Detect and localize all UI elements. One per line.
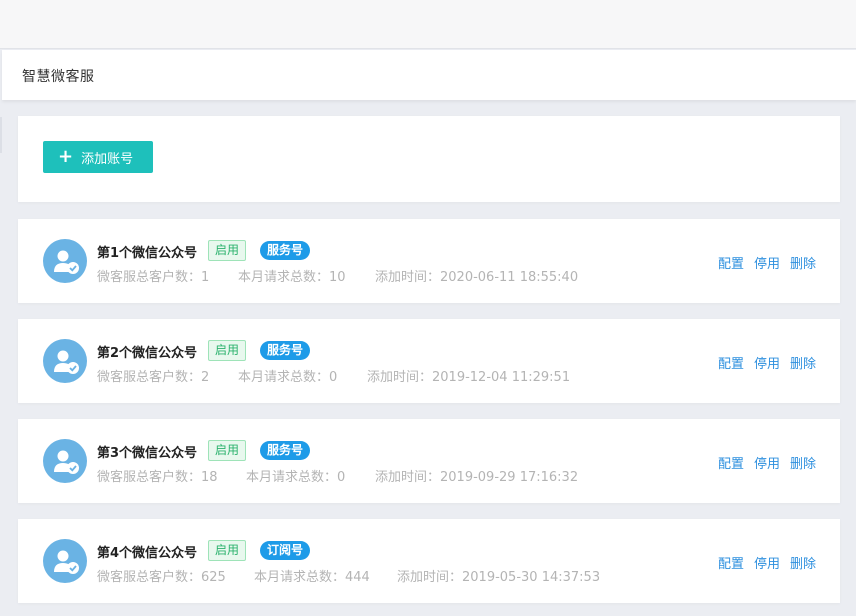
delete-link[interactable]: 删除 [790, 353, 816, 372]
account-actions: 配置 停用 删除 [718, 453, 816, 472]
disable-link[interactable]: 停用 [754, 453, 780, 472]
account-card: 第3个微信公众号 启用 服务号 微客服总客户数：18 本月请求总数：0 添加时间… [18, 419, 840, 503]
account-card: 第2个微信公众号 启用 服务号 微客服总客户数：2 本月请求总数：0 添加时间：… [18, 319, 840, 403]
status-badge: 启用 [208, 340, 247, 361]
added-time: 添加时间：2019-05-30 14:37:53 [397, 570, 601, 585]
account-avatar-icon [43, 539, 87, 583]
added-time: 添加时间：2019-12-04 11:29:51 [367, 370, 571, 385]
monthly-requests: 本月请求总数：10 [238, 270, 346, 285]
plus-icon: + [58, 146, 74, 167]
account-actions: 配置 停用 删除 [718, 253, 816, 272]
page-header: 智慧微客服 [2, 50, 856, 100]
monthly-requests: 本月请求总数：0 [246, 470, 346, 485]
account-type-badge: 服务号 [260, 441, 311, 460]
account-avatar-icon [43, 439, 87, 483]
config-link[interactable]: 配置 [718, 353, 744, 372]
added-time: 添加时间：2019-09-29 17:16:32 [375, 470, 579, 485]
customer-count: 微客服总客户数：2 [97, 370, 210, 385]
page-title: 智慧微客服 [22, 69, 95, 85]
config-link[interactable]: 配置 [718, 553, 744, 572]
add-account-label: 添加账号 [81, 151, 134, 167]
account-card: 第1个微信公众号 启用 服务号 微客服总客户数：1 本月请求总数：10 添加时间… [18, 219, 840, 303]
monthly-requests: 本月请求总数：0 [238, 370, 338, 385]
account-avatar-icon [43, 339, 87, 383]
disable-link[interactable]: 停用 [754, 253, 780, 272]
delete-link[interactable]: 删除 [790, 453, 816, 472]
add-account-button[interactable]: + 添加账号 [43, 141, 153, 173]
config-link[interactable]: 配置 [718, 253, 744, 272]
monthly-requests: 本月请求总数：444 [254, 570, 370, 585]
status-badge: 启用 [208, 240, 247, 261]
customer-count: 微客服总客户数：625 [97, 570, 226, 585]
account-type-badge: 订阅号 [260, 541, 311, 560]
delete-link[interactable]: 删除 [790, 553, 816, 572]
disable-link[interactable]: 停用 [754, 353, 780, 372]
account-name: 第4个微信公众号 [97, 546, 198, 561]
account-type-badge: 服务号 [260, 241, 311, 260]
account-actions: 配置 停用 删除 [718, 553, 816, 572]
config-link[interactable]: 配置 [718, 453, 744, 472]
left-edge-marker [0, 117, 2, 153]
disable-link[interactable]: 停用 [754, 553, 780, 572]
account-type-badge: 服务号 [260, 341, 311, 360]
customer-count: 微客服总客户数：18 [97, 470, 218, 485]
delete-link[interactable]: 删除 [790, 253, 816, 272]
status-badge: 启用 [208, 440, 247, 461]
account-avatar-icon [43, 239, 87, 283]
status-badge: 启用 [208, 540, 247, 561]
account-name: 第3个微信公众号 [97, 446, 198, 461]
add-account-panel: + 添加账号 [18, 116, 840, 202]
customer-count: 微客服总客户数：1 [97, 270, 210, 285]
added-time: 添加时间：2020-06-11 18:55:40 [375, 270, 579, 285]
account-card: 第4个微信公众号 启用 订阅号 微客服总客户数：625 本月请求总数：444 添… [18, 519, 840, 603]
account-name: 第1个微信公众号 [97, 246, 198, 261]
account-name: 第2个微信公众号 [97, 346, 198, 361]
top-bar [0, 0, 856, 49]
account-actions: 配置 停用 删除 [718, 353, 816, 372]
